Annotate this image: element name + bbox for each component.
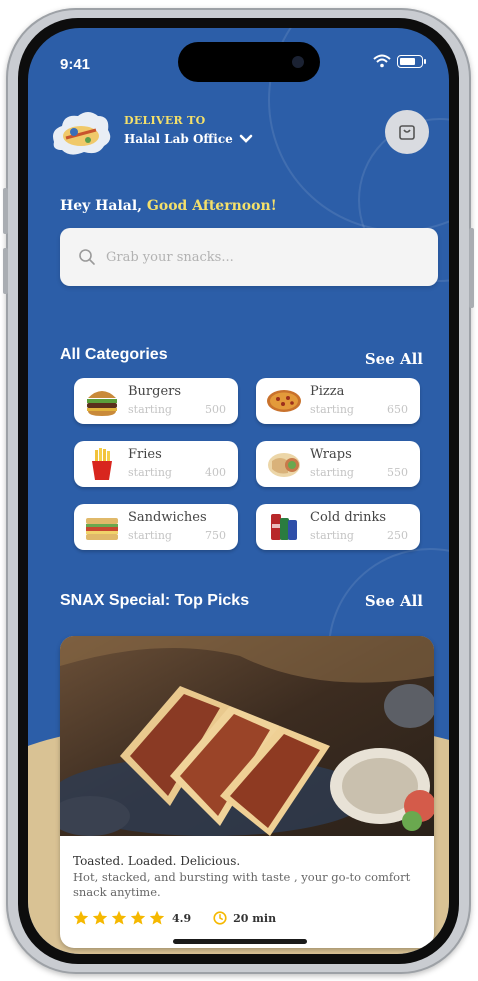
home-indicator [173, 939, 307, 944]
search-bar[interactable] [60, 228, 438, 286]
search-input[interactable] [104, 248, 408, 266]
category-name: Wraps [310, 447, 352, 462]
category-price: 250 [387, 529, 408, 542]
delivery-time: 20 min [233, 911, 277, 925]
category-name: Cold drinks [310, 510, 387, 525]
chevron-down-icon [239, 134, 253, 143]
promo-headline: Toasted. Loaded. Delicious. [73, 854, 241, 868]
power-button [469, 228, 474, 308]
fries-icon [92, 448, 112, 480]
greeting-name: Hey Halal, [60, 198, 143, 214]
volume-down-button [3, 248, 8, 294]
category-name: Pizza [310, 384, 345, 399]
category-starting-label: starting [128, 466, 172, 479]
delivery-address-selector[interactable]: Halal Lab Office [124, 132, 253, 146]
wrap-icon [268, 453, 300, 477]
top-picks-title: SNAX Special: Top Picks [60, 592, 250, 609]
categories-see-all-link[interactable]: See All [365, 350, 423, 368]
category-card-wraps[interactable]: Wraps starting 550 [256, 441, 420, 487]
promo-meta: 4.9 20 min [73, 910, 276, 926]
greeting-time: Good Afternoon! [146, 198, 277, 214]
category-card-sandwiches[interactable]: Sandwiches starting 750 [74, 504, 238, 550]
volume-up-button [3, 188, 8, 234]
category-price: 400 [205, 466, 226, 479]
dynamic-island [178, 42, 320, 82]
category-starting-label: starting [128, 529, 172, 542]
category-price: 650 [387, 403, 408, 416]
clock-icon [213, 911, 227, 925]
delivery-address: Halal Lab Office [124, 132, 233, 146]
wifi-icon [373, 54, 391, 68]
greeting: Hey Halal, Good Afternoon! [60, 198, 277, 214]
status-icons [373, 54, 426, 68]
top-pick-card[interactable]: Toasted. Loaded. Delicious. Hot, stacked… [60, 636, 434, 948]
rating-stars [73, 910, 168, 926]
search-icon [79, 249, 95, 265]
category-name: Fries [128, 447, 162, 462]
cold-drinks-icon [271, 514, 297, 540]
category-name: Sandwiches [128, 510, 207, 525]
category-card-fries[interactable]: Fries starting 400 [74, 441, 238, 487]
sandwich-icon [86, 518, 118, 540]
battery-icon [397, 54, 426, 68]
rating-value: 4.9 [172, 911, 192, 925]
shopping-bag-icon [399, 125, 415, 140]
category-starting-label: starting [310, 466, 354, 479]
category-price: 550 [387, 466, 408, 479]
category-name: Burgers [128, 384, 182, 399]
star-icon [111, 910, 127, 925]
burger-icon [87, 391, 117, 416]
star-icon [73, 910, 89, 925]
category-starting-label: starting [310, 403, 354, 416]
sandwich-photo [60, 636, 434, 836]
category-card-pizza[interactable]: Pizza starting 650 [256, 378, 420, 424]
brand-logo [53, 112, 111, 155]
category-starting-label: starting [128, 403, 172, 416]
cart-button[interactable] [385, 110, 429, 154]
star-icon [92, 910, 108, 925]
phone-frame: 9:41 DELIVER TO Halal Lab Office Hey Hal… [3, 8, 474, 974]
app-screen: 9:41 DELIVER TO Halal Lab Office Hey Hal… [28, 28, 449, 954]
category-starting-label: starting [310, 529, 354, 542]
promo-description: Hot, stacked, and bursting with taste , … [73, 870, 411, 899]
category-card-burgers[interactable]: Burgers starting 500 [74, 378, 238, 424]
pizza-icon [267, 390, 301, 412]
phone-bezel: 9:41 DELIVER TO Halal Lab Office Hey Hal… [18, 18, 459, 964]
star-icon [149, 910, 165, 925]
categories-title: All Categories [60, 346, 168, 363]
deliver-to-label: DELIVER TO [124, 114, 206, 127]
status-time: 9:41 [60, 56, 91, 73]
category-price: 500 [205, 403, 226, 416]
category-price: 750 [205, 529, 226, 542]
star-icon [130, 910, 146, 925]
top-picks-see-all-link[interactable]: See All [365, 592, 423, 610]
category-card-cold-drinks[interactable]: Cold drinks starting 250 [256, 504, 420, 550]
